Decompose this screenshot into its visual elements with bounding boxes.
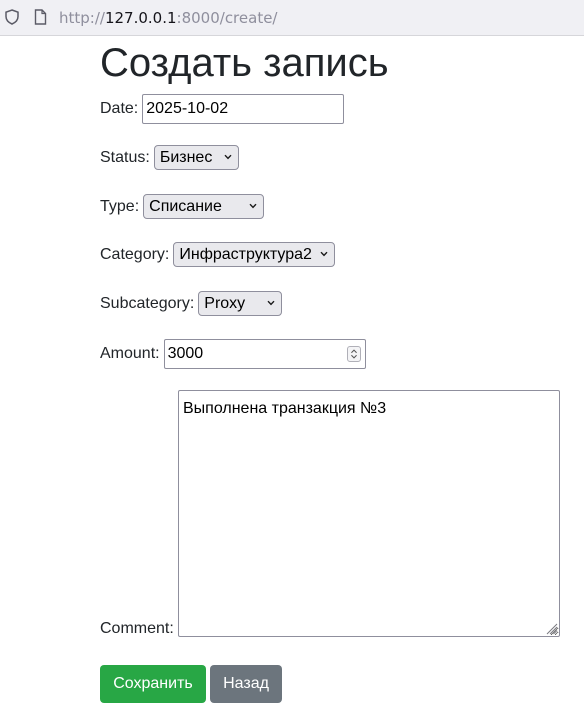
status-row: Status: Бизнес xyxy=(100,145,239,170)
chevron-down-icon xyxy=(249,203,257,209)
type-row: Type: Списание xyxy=(100,194,265,219)
chevron-down-icon xyxy=(224,154,232,160)
page-title: Создать запись xyxy=(100,41,389,85)
date-label: Date: xyxy=(100,100,139,117)
shield-icon[interactable] xyxy=(5,9,19,25)
type-select-value: Списание xyxy=(149,198,222,215)
number-spinner-icon[interactable] xyxy=(346,346,361,362)
subcategory-label: Subcategory: xyxy=(100,294,195,312)
amount-input[interactable]: 3000 xyxy=(163,339,366,369)
category-select[interactable]: Инфраструктура2 xyxy=(173,242,336,267)
url-host: 127.0.0.1 xyxy=(104,9,177,27)
amount-value: 3000 xyxy=(167,345,204,362)
chevron-down-icon xyxy=(320,251,328,257)
url-scheme: http:// xyxy=(59,9,105,27)
date-input[interactable] xyxy=(142,94,345,124)
amount-label: Amount: xyxy=(100,345,160,362)
comment-label: Comment: xyxy=(100,620,174,637)
save-button[interactable]: Сохранить xyxy=(100,665,206,703)
back-button[interactable]: Назад xyxy=(210,665,282,703)
subcategory-row: Subcategory: Proxy xyxy=(100,291,283,316)
category-select-value: Инфраструктура2 xyxy=(179,246,312,263)
type-select[interactable]: Списание xyxy=(143,194,265,219)
browser-address-bar: http://127.0.0.1:8000/create/ xyxy=(0,0,584,36)
chevron-down-icon xyxy=(267,300,275,306)
address-url[interactable]: http://127.0.0.1:8000/create/ xyxy=(59,9,277,27)
status-label: Status: xyxy=(100,148,150,166)
status-select-value: Бизнес xyxy=(159,149,213,166)
subcategory-select[interactable]: Proxy xyxy=(198,291,283,316)
page-icon xyxy=(34,9,47,25)
date-row: Date: xyxy=(100,94,345,124)
status-select[interactable]: Бизнес xyxy=(153,145,239,170)
type-label: Type: xyxy=(100,197,140,215)
category-label: Category: xyxy=(100,245,170,263)
amount-row: Amount: 3000 xyxy=(100,339,366,369)
subcategory-select-value: Proxy xyxy=(204,295,246,312)
comment-textarea[interactable]: Выполнена транзакция №3 xyxy=(178,390,560,637)
url-path: :8000/create/ xyxy=(176,9,278,27)
category-row: Category: Инфраструктура2 xyxy=(100,242,336,267)
